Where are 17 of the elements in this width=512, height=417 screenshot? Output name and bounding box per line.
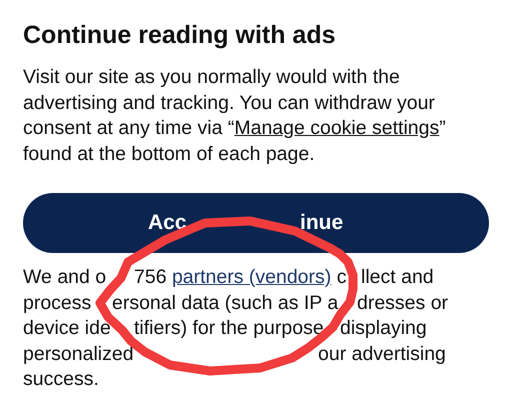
notice-text: displaying (340, 317, 427, 339)
accept-button[interactable]: Acc inue (23, 193, 489, 253)
notice-text: llect and (361, 266, 434, 288)
notice-text: dresses or (357, 292, 448, 314)
notice-text: our advertising (318, 342, 446, 364)
notice-text: tifiers) for the purpose (134, 317, 324, 339)
partners-link[interactable]: partners (vendors) (172, 266, 332, 288)
notice-text: ersonal data (such as IP a (112, 292, 338, 314)
notice-text: personalized (23, 342, 134, 364)
notice-text: 756 partners (vendors) c (134, 266, 346, 288)
intro-text: Visit our site as you normally would with the advertising and tracking. You can withdraw your consent at any time via “Manage cookie settings” found at the bottom of each page. (23, 65, 447, 166)
notice-text: success. (23, 368, 99, 390)
manage-cookie-settings-link[interactable]: Manage cookie settings (234, 117, 440, 139)
notice-text: process (23, 292, 92, 314)
heading: Continue reading with ads (23, 20, 337, 51)
notice-text: We and o (23, 266, 106, 288)
notice-text: device ide (23, 317, 111, 339)
